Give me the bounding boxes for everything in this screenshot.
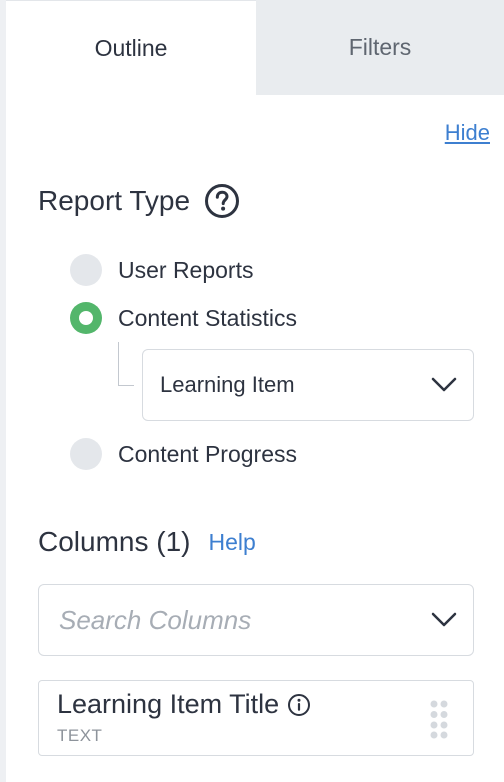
chevron-down-icon [431,612,457,627]
radio-button[interactable] [70,438,102,470]
tree-connector [118,342,134,386]
tab-outline[interactable]: Outline [6,0,256,95]
report-type-title: Report Type [38,185,191,216]
info-icon[interactable] [287,693,311,717]
report-type-heading: Report Type [38,183,240,219]
radio-label: User Reports [118,256,254,283]
help-link[interactable]: Help [208,529,255,556]
column-title: Learning Item Title [57,689,280,719]
tab-bar: Outline Filters [6,0,504,95]
hide-link[interactable]: Hide [445,120,490,146]
column-title-row: Learning Item Title [57,689,311,720]
radio-button-selected[interactable] [70,302,102,334]
radio-content-statistics[interactable]: Content Statistics [70,302,297,334]
radio-content-progress[interactable]: Content Progress [70,438,297,470]
radio-user-reports[interactable]: User Reports [70,254,253,286]
question-circle-icon[interactable] [204,183,240,219]
radio-label: Content Progress [118,440,297,467]
content-type-value: Learning Item [160,372,295,397]
columns-title: Columns (1) [38,526,191,557]
chevron-down-icon [431,377,457,392]
column-type: TEXT [57,726,103,745]
search-columns-select[interactable]: Search Columns [38,584,474,656]
columns-heading: Columns (1) Help [38,526,256,558]
radio-label: Content Statistics [118,304,297,331]
content-type-select[interactable]: Learning Item [142,349,474,421]
drag-handle-icon[interactable] [429,699,449,739]
panel-left-edge [0,0,6,782]
search-columns-placeholder: Search Columns [59,604,252,635]
radio-button[interactable] [70,254,102,286]
tab-filters[interactable]: Filters [256,0,504,95]
column-item[interactable]: Learning Item Title TEXT [38,680,474,756]
